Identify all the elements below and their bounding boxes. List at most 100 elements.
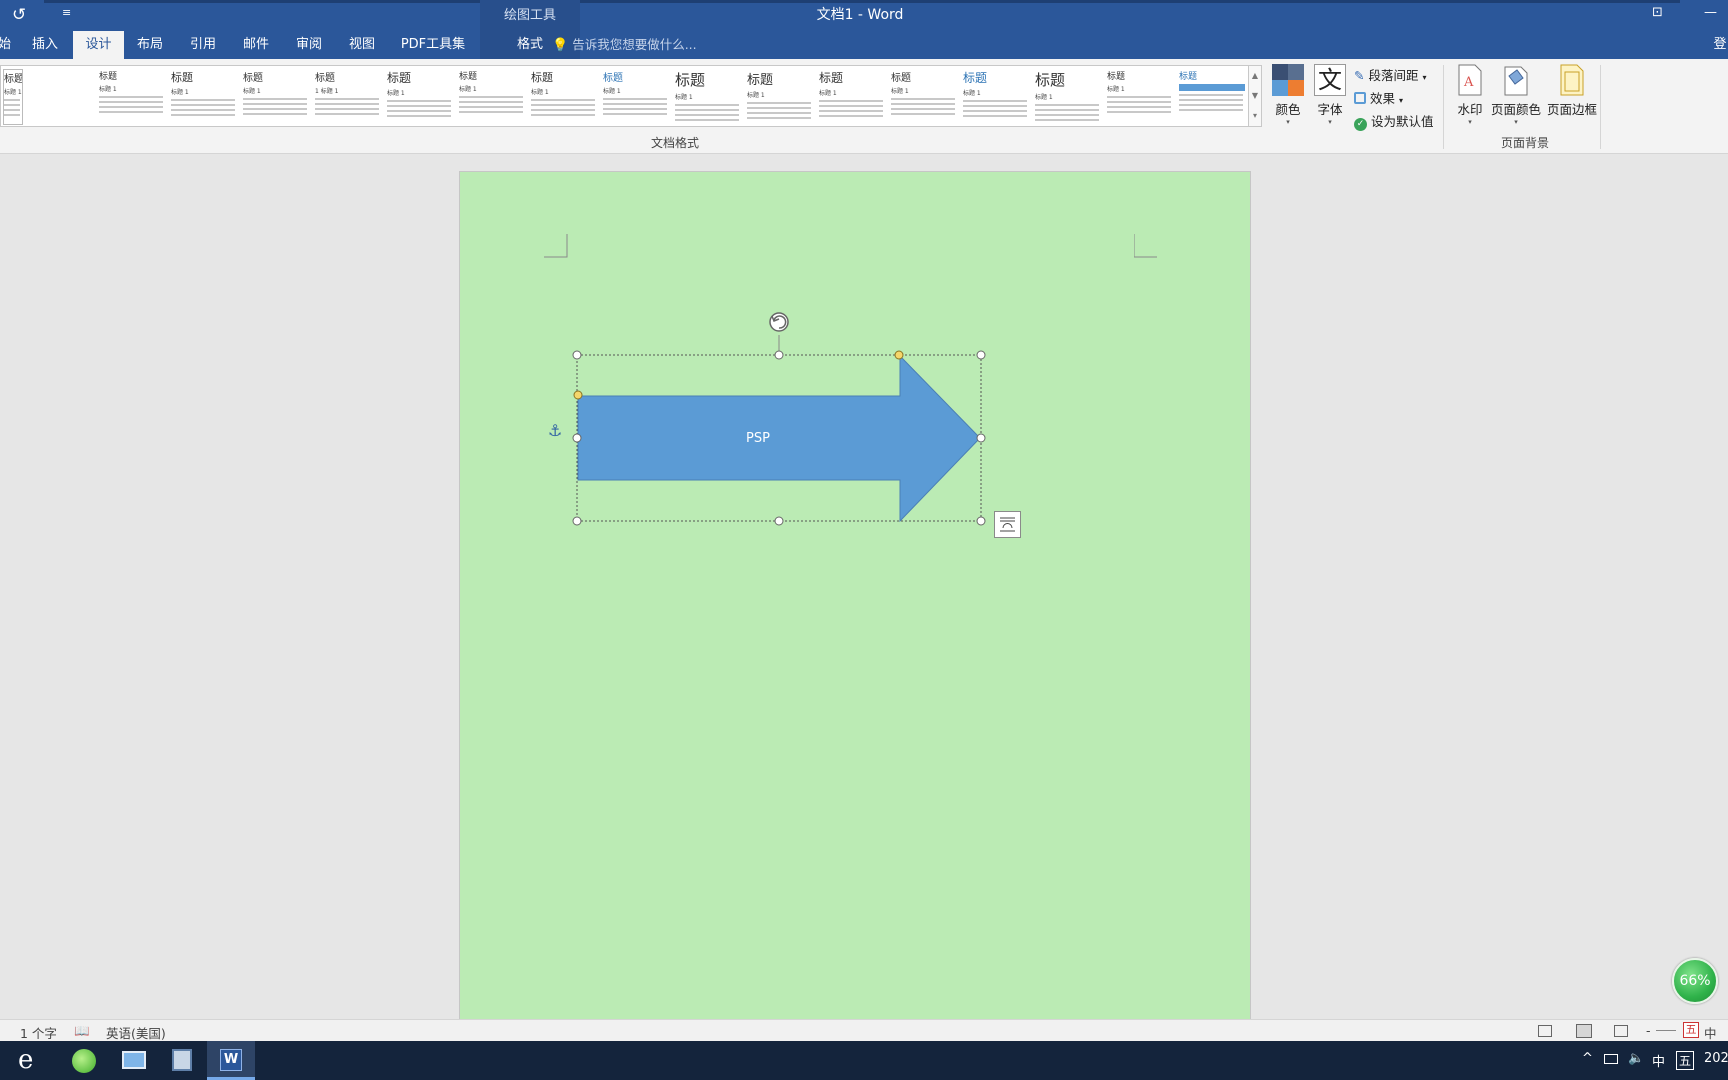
effects-button[interactable]: 效果 ▾	[1354, 88, 1403, 107]
read-mode-icon[interactable]	[1538, 1025, 1552, 1037]
page-background-group-label: 页面背景	[1500, 136, 1549, 150]
network-tray-icon[interactable]	[1604, 1054, 1618, 1064]
style-set-body-lines	[315, 98, 381, 115]
status-bar: 1 个字 📖 英语(美国) - 五 中	[0, 1019, 1728, 1041]
right-arrow-shape[interactable]	[577, 354, 981, 523]
colors-button[interactable]: 颜色 ▾	[1268, 64, 1308, 126]
tab-pdf-tools[interactable]: PDF工具集	[396, 31, 470, 59]
word-icon[interactable]: W	[207, 1041, 255, 1080]
tab-home[interactable]: 始	[0, 31, 11, 59]
paragraph-spacing-button[interactable]: ✎ 段落间距 ▾	[1354, 65, 1426, 84]
ime-language-icon[interactable]: 中	[1704, 1023, 1717, 1042]
style-set-subtitle: 标题 1	[387, 90, 405, 97]
chevron-down-icon: ▾	[1422, 73, 1427, 82]
style-set-subtitle: 标题 1	[459, 86, 477, 93]
tab-references[interactable]: 引用	[180, 31, 226, 59]
volume-icon[interactable]: 🔈	[1628, 1051, 1644, 1066]
style-set-title: 标题	[1107, 72, 1126, 82]
resize-handle[interactable]	[976, 516, 986, 526]
tell-me-search[interactable]: 💡 告诉我您想要做什么...	[552, 31, 697, 59]
web-layout-icon[interactable]	[1614, 1025, 1628, 1037]
colors-label: 颜色	[1275, 102, 1301, 117]
page-border-button[interactable]: 页面边框	[1546, 64, 1598, 118]
gallery-scroll[interactable]: ▲ ▼ ▾	[1248, 65, 1262, 127]
style-set-item[interactable]: 标题 标题 1	[99, 69, 165, 125]
style-set-item[interactable]: 标题 标题 1	[891, 69, 957, 125]
chevron-down-icon: ▾	[1328, 118, 1332, 126]
layout-options-icon[interactable]	[994, 511, 1021, 538]
set-as-default-button[interactable]: ✓ 设为默认值	[1354, 111, 1434, 131]
style-set-item[interactable]: 标题 标题 1	[459, 69, 525, 125]
tab-design[interactable]: 设计	[73, 31, 124, 59]
fonts-button[interactable]: 文 字体 ▾	[1310, 64, 1350, 126]
style-set-item[interactable]: 标题 1 标题 1	[315, 69, 381, 125]
style-set-item[interactable]: 标题 标题 1	[171, 69, 237, 125]
adjustment-handle[interactable]	[573, 390, 583, 400]
style-set-subtitle: 标题 1	[99, 86, 117, 93]
style-set-subtitle: 标题 1	[747, 92, 765, 99]
adjustment-handle[interactable]	[894, 350, 904, 360]
print-layout-icon[interactable]	[1576, 1024, 1592, 1038]
page-color-button[interactable]: 页面颜色 ▾	[1490, 64, 1542, 126]
watermark-button[interactable]: A 水印 ▾	[1452, 64, 1488, 126]
resize-handle[interactable]	[774, 350, 784, 360]
tab-view[interactable]: 视图	[339, 31, 385, 59]
minimize-button[interactable]: —	[1704, 5, 1717, 20]
tab-review[interactable]: 审阅	[286, 31, 332, 59]
resize-handle[interactable]	[774, 516, 784, 526]
undo-icon[interactable]: ↺	[12, 5, 26, 25]
control-panel-icon[interactable]	[110, 1041, 158, 1080]
tray-ime-icon[interactable]: 中	[1652, 1051, 1665, 1070]
resize-handle[interactable]	[572, 516, 582, 526]
ribbon-display-icon[interactable]: ⊡	[1652, 5, 1663, 20]
resize-handle[interactable]	[976, 433, 986, 443]
clock[interactable]: 202	[1704, 1051, 1728, 1066]
tab-mailings[interactable]: 邮件	[233, 31, 279, 59]
gallery-scroll-down[interactable]: ▼	[1249, 86, 1261, 106]
style-set-item[interactable]: 标题 标题 1	[603, 69, 669, 125]
style-set-item[interactable]: 标题 标题 1	[675, 69, 741, 125]
qat-customize-icon[interactable]: ≡	[62, 6, 71, 19]
document-work-area[interactable]: ⚓ ↵ PSP	[0, 155, 1728, 1019]
style-set-item[interactable]: 标题	[1179, 69, 1245, 125]
resize-handle[interactable]	[572, 433, 582, 443]
style-set-body-lines	[4, 99, 22, 116]
shape-text[interactable]: PSP	[746, 431, 770, 446]
resize-handle[interactable]	[572, 350, 582, 360]
chevron-down-icon: ▾	[1286, 118, 1290, 126]
effects-icon	[1354, 92, 1366, 104]
style-set-item[interactable]: 标题 标题 1	[1035, 69, 1101, 125]
style-set-item[interactable]: 标题 标题 1	[819, 69, 885, 125]
gallery-more-button[interactable]: ▾	[1249, 106, 1261, 126]
browser-icon[interactable]	[60, 1041, 108, 1080]
tab-insert[interactable]: 插入	[22, 31, 68, 59]
style-set-item[interactable]: 标题 标题 1	[243, 69, 309, 125]
style-set-subtitle: 标题 1	[603, 88, 621, 95]
word-count[interactable]: 1 个字	[20, 1023, 57, 1042]
style-set-item[interactable]: 标题 标题 1	[747, 69, 813, 125]
style-set-body-lines	[387, 100, 453, 117]
style-set-item[interactable]: 标题 标题 1	[387, 69, 453, 125]
style-set-item[interactable]: 标题 标题 1	[963, 69, 1029, 125]
style-set-item[interactable]: 标题 标题 1	[1107, 69, 1173, 125]
tray-wubi-icon[interactable]: 五	[1676, 1051, 1695, 1070]
tab-layout[interactable]: 布局	[127, 31, 173, 59]
zoom-badge[interactable]: 66%	[1672, 958, 1718, 1004]
ime-wubi-icon[interactable]: 五	[1683, 1022, 1699, 1038]
tray-expand-icon[interactable]: ^	[1582, 1051, 1593, 1066]
language-indicator[interactable]: 英语(美国)	[106, 1023, 166, 1042]
ie-icon[interactable]: e	[6, 1041, 54, 1080]
proofing-icon[interactable]: 📖	[74, 1023, 90, 1039]
style-set-gallery[interactable]: 标题 标题 1 标题 标题 1 标题 标题 1 标题 标题 1 标题 1 标题 1 标题 标题 1 标题…	[0, 65, 1250, 127]
gallery-scroll-up[interactable]: ▲	[1249, 66, 1261, 86]
network-icon[interactable]	[158, 1041, 206, 1080]
account-button[interactable]: 登	[1712, 31, 1728, 59]
style-set-item[interactable]: 标题 标题 1	[531, 69, 597, 125]
rotate-handle-icon[interactable]	[769, 312, 789, 332]
zoom-out-button[interactable]: -	[1646, 1023, 1651, 1038]
title-bar: ↺ ≡ 绘图工具 文档1 - Word ⊡ —	[0, 0, 1728, 31]
zoom-slider[interactable]	[1656, 1030, 1676, 1031]
resize-handle[interactable]	[976, 350, 986, 360]
page-border-label: 页面边框	[1546, 102, 1597, 117]
style-set-item[interactable]: 标题 标题 1	[3, 69, 23, 125]
